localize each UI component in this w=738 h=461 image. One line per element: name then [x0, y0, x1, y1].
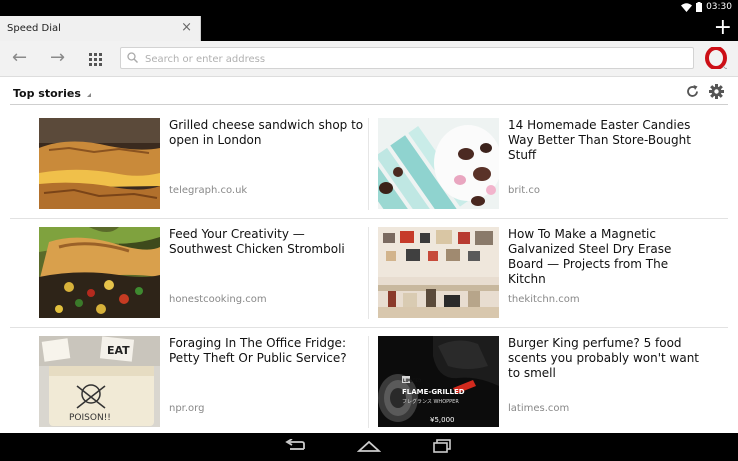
bottle-title-text: FLAME-GRILLED: [402, 388, 465, 396]
column-divider: [368, 118, 369, 210]
fridge-label-text: POISON!!: [69, 413, 111, 423]
news-row: Feed Your Creativity — Southwest Chicken…: [10, 219, 728, 328]
source: telegraph.co.uk: [169, 185, 248, 196]
tab-bar: Speed Dial × +: [0, 16, 738, 41]
gear-icon[interactable]: [709, 84, 724, 99]
home-nav-icon[interactable]: [357, 439, 381, 453]
tab-title: Speed Dial: [7, 23, 61, 34]
thumbnail-perfume-bottle: LIMITED FLAME-GRILLED フレグランス WHOPPER ¥5,…: [378, 336, 499, 427]
news-item[interactable]: EAT POISON!! Foraging In The Office Frid…: [39, 336, 369, 428]
speed-dial-grid-icon[interactable]: [89, 53, 102, 66]
search-input[interactable]: [143, 50, 687, 68]
source: brit.co: [508, 185, 540, 196]
news-item[interactable]: 14 Homemade Easter Candies Way Better Th…: [378, 118, 708, 210]
search-icon: [127, 52, 138, 63]
news-item[interactable]: Grilled cheese sandwich shop to open in …: [39, 118, 369, 210]
thumbnail-easter-candies: [378, 118, 499, 209]
headline[interactable]: Foraging In The Office Fridge: Petty The…: [169, 336, 369, 366]
recent-apps-icon[interactable]: [432, 439, 452, 453]
fridge-sign-text: EAT: [107, 344, 130, 357]
news-row: EAT POISON!! Foraging In The Office Frid…: [10, 328, 728, 437]
dropdown-triangle-icon[interactable]: [87, 93, 91, 97]
news-row: Grilled cheese sandwich shop to open in …: [10, 110, 728, 219]
column-divider: [368, 227, 369, 319]
battery-icon: [696, 2, 703, 12]
news-item[interactable]: LIMITED FLAME-GRILLED フレグランス WHOPPER ¥5,…: [378, 336, 708, 428]
column-divider: [368, 336, 369, 428]
section-title[interactable]: Top stories: [13, 87, 81, 100]
tab-speed-dial[interactable]: Speed Dial ×: [0, 16, 201, 41]
back-button[interactable]: ←: [12, 49, 27, 67]
headline[interactable]: Feed Your Creativity — Southwest Chicken…: [169, 227, 369, 257]
thumbnail-dry-erase-board: [378, 227, 499, 318]
thumbnail-stromboli: [39, 227, 160, 318]
thumbnail-office-fridge: EAT POISON!!: [39, 336, 160, 427]
headline[interactable]: How To Make a Magnetic Galvanized Steel …: [508, 227, 708, 287]
toolbar: ← →: [0, 41, 738, 77]
source: latimes.com: [508, 403, 570, 414]
headline[interactable]: 14 Homemade Easter Candies Way Better Th…: [508, 118, 708, 163]
source: npr.org: [169, 403, 205, 414]
back-nav-icon[interactable]: [284, 439, 306, 453]
news-item[interactable]: Feed Your Creativity — Southwest Chicken…: [39, 227, 369, 319]
source: honestcooking.com: [169, 294, 267, 305]
refresh-icon[interactable]: [685, 84, 700, 99]
news-item[interactable]: How To Make a Magnetic Galvanized Steel …: [378, 227, 708, 319]
thumbnail-grilled-cheese: [39, 118, 160, 209]
new-tab-button[interactable]: +: [714, 17, 732, 39]
bottle-price-text: ¥5,000: [430, 416, 455, 424]
address-bar[interactable]: [120, 47, 694, 69]
status-time: 03:30: [706, 2, 732, 12]
news-list: Grilled cheese sandwich shop to open in …: [10, 110, 728, 437]
headline[interactable]: Grilled cheese sandwich shop to open in …: [169, 118, 369, 148]
section-header: Top stories: [10, 83, 728, 105]
system-nav-bar: [0, 433, 738, 461]
status-bar: 03:30: [0, 0, 738, 16]
bottle-tag-text: LIMITED: [403, 378, 422, 383]
wifi-icon: [681, 2, 693, 12]
close-tab-icon[interactable]: ×: [181, 21, 192, 34]
headline[interactable]: Burger King perfume? 5 food scents you p…: [508, 336, 708, 381]
opera-menu-icon[interactable]: [705, 47, 727, 69]
source: thekitchn.com: [508, 294, 580, 305]
bottle-sub-text: フレグランス WHOPPER: [402, 398, 459, 405]
forward-button[interactable]: →: [50, 49, 65, 67]
